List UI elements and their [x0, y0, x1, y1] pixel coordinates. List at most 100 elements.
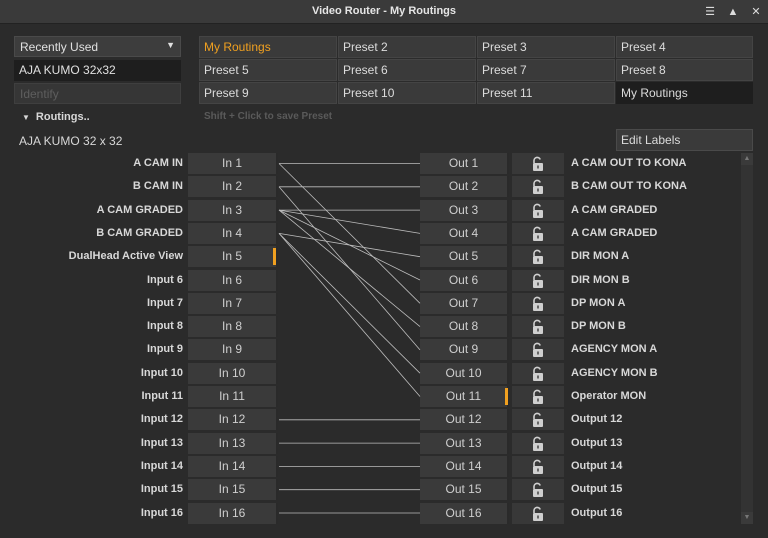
lock-toggle-button[interactable] — [512, 455, 564, 477]
preset-button[interactable]: Preset 8 — [616, 59, 753, 81]
routings-toggle[interactable]: ▼ Routings.. — [22, 111, 90, 123]
routings-toggle-label: Routings.. — [35, 111, 90, 123]
output-button[interactable]: Out 9 — [420, 339, 509, 361]
input-button[interactable]: In 8 — [188, 316, 278, 338]
lock-toggle-button[interactable] — [512, 339, 564, 361]
unlocked-padlock-icon — [533, 506, 543, 521]
identify-button[interactable]: Identify — [14, 83, 181, 104]
input-button[interactable]: In 7 — [188, 292, 278, 314]
output-button[interactable]: Out 12 — [420, 409, 509, 431]
input-label: A CAM GRADED — [96, 203, 183, 216]
input-button[interactable]: In 16 — [188, 502, 278, 524]
lock-toggle-button[interactable] — [512, 362, 564, 384]
routing-line — [278, 209, 421, 327]
input-button[interactable]: In 5 — [188, 246, 278, 268]
input-label: B CAM GRADED — [96, 226, 183, 239]
unlocked-padlock-icon — [533, 179, 543, 195]
output-label: DP MON B — [571, 320, 626, 333]
input-button[interactable]: In 11 — [188, 386, 278, 407]
lock-toggle-button[interactable] — [512, 153, 564, 174]
unlocked-padlock-icon — [533, 156, 543, 171]
output-button[interactable]: Out 11 — [420, 386, 509, 407]
routing-line — [278, 233, 421, 397]
output-label: AGENCY MON A — [571, 343, 658, 356]
routing-line — [278, 209, 421, 281]
output-button[interactable]: Out 14 — [420, 455, 509, 477]
output-button[interactable]: Out 16 — [420, 502, 509, 524]
input-label: Input 15 — [140, 483, 183, 496]
output-button[interactable]: Out 1 — [420, 153, 509, 174]
lock-toggle-button[interactable] — [512, 479, 564, 501]
input-button[interactable]: In 15 — [188, 479, 278, 501]
input-label: Input 13 — [140, 436, 183, 449]
output-button[interactable]: Out 10 — [420, 362, 509, 384]
preset-button[interactable]: Preset 6 — [338, 59, 476, 81]
scroll-up-icon[interactable]: ▲ — [741, 153, 753, 165]
input-label: Input 16 — [140, 506, 183, 519]
preset-button[interactable]: My Routings — [616, 82, 753, 104]
input-label: Input 7 — [146, 296, 183, 309]
input-label: Input 9 — [146, 343, 183, 356]
output-label: Operator MON — [571, 390, 647, 402]
input-button[interactable]: In 2 — [188, 176, 278, 198]
lock-toggle-button[interactable] — [512, 386, 564, 407]
input-button[interactable]: In 4 — [188, 222, 278, 244]
maximize-icon[interactable]: ▲ — [725, 4, 741, 20]
output-button[interactable]: Out 4 — [420, 222, 509, 244]
lock-toggle-button[interactable] — [512, 246, 564, 268]
lock-toggle-button[interactable] — [512, 502, 564, 524]
input-button[interactable]: In 14 — [188, 455, 278, 477]
lock-toggle-button[interactable] — [512, 269, 564, 291]
scrollbar[interactable]: ▲ ▼ — [741, 153, 753, 524]
input-label: Input 11 — [141, 390, 183, 402]
input-button[interactable]: In 10 — [188, 362, 278, 384]
selected-input-marker — [273, 248, 276, 266]
output-label: Output 14 — [571, 459, 623, 472]
output-button[interactable]: Out 2 — [420, 176, 509, 198]
output-label: A CAM OUT TO KONA — [571, 157, 687, 169]
edit-labels-button[interactable]: Edit Labels — [616, 129, 753, 151]
input-button[interactable]: In 3 — [188, 199, 278, 221]
output-button[interactable]: Out 5 — [420, 246, 509, 268]
input-label: Input 6 — [146, 273, 183, 286]
routing-line — [278, 233, 421, 258]
preset-button[interactable]: Preset 5 — [199, 59, 337, 81]
lock-toggle-button[interactable] — [512, 222, 564, 244]
lock-toggle-button[interactable] — [512, 409, 564, 431]
preset-button[interactable]: Preset 2 — [338, 36, 476, 58]
preset-button[interactable]: Preset 4 — [616, 36, 753, 58]
output-button[interactable]: Out 15 — [420, 479, 509, 501]
output-button[interactable]: Out 7 — [420, 292, 509, 314]
unlocked-padlock-icon — [533, 459, 543, 474]
input-button[interactable]: In 6 — [188, 269, 278, 291]
preset-button[interactable]: Preset 7 — [477, 59, 615, 81]
device-name[interactable]: AJA KUMO 32x32 — [14, 60, 181, 81]
input-label: Input 12 — [140, 413, 183, 426]
preset-button[interactable]: Preset 9 — [199, 82, 337, 104]
input-button[interactable]: In 12 — [188, 409, 278, 431]
input-button[interactable]: In 1 — [188, 153, 278, 174]
unlocked-padlock-icon — [533, 296, 543, 311]
lock-toggle-button[interactable] — [512, 176, 564, 198]
lock-toggle-button[interactable] — [512, 432, 564, 454]
input-label: A CAM IN — [133, 157, 183, 169]
chevron-down-icon: ▼ — [166, 40, 175, 50]
menu-icon[interactable]: ☰ — [702, 4, 718, 20]
preset-button[interactable]: Preset 10 — [338, 82, 476, 104]
preset-button[interactable]: Preset 11 — [477, 82, 615, 104]
recently-used-dropdown[interactable]: Recently Used ▼ — [14, 36, 181, 57]
close-icon[interactable]: ✕ — [748, 4, 764, 20]
preset-button[interactable]: Preset 3 — [477, 36, 615, 58]
lock-toggle-button[interactable] — [512, 199, 564, 221]
output-label: B CAM OUT TO KONA — [571, 180, 687, 193]
lock-toggle-button[interactable] — [512, 316, 564, 338]
lock-toggle-button[interactable] — [512, 292, 564, 314]
output-button[interactable]: Out 13 — [420, 432, 509, 454]
output-button[interactable]: Out 3 — [420, 199, 509, 221]
input-button[interactable]: In 13 — [188, 432, 278, 454]
output-button[interactable]: Out 6 — [420, 269, 509, 291]
scroll-down-icon[interactable]: ▼ — [741, 512, 753, 524]
output-button[interactable]: Out 8 — [420, 316, 509, 338]
preset-button[interactable]: My Routings — [199, 36, 337, 58]
input-button[interactable]: In 9 — [188, 339, 278, 361]
